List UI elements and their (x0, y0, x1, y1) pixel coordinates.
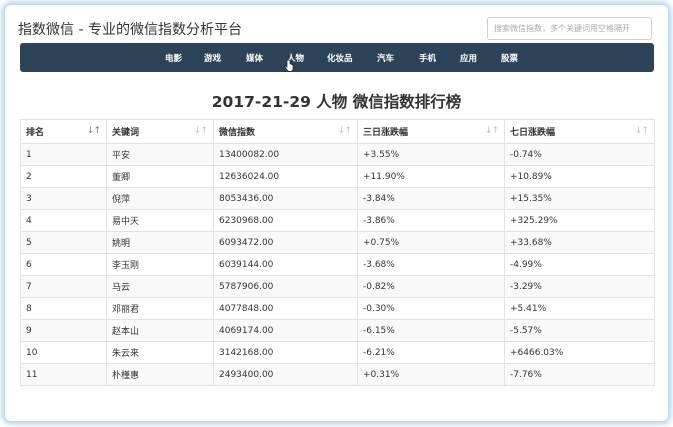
rank-cell: 3 (20, 187, 107, 210)
seven-day-change-cell: +15.35% (504, 187, 655, 210)
column-header-rank[interactable]: 排名 ↓↑ (20, 119, 107, 144)
category-navbar: 电影 游戏 媒体 人物 化妆品 汽车 手机 应用 股票 (20, 43, 654, 72)
table-row[interactable]: 4 易中天 6230968.00 -3.86% +325.29% (20, 209, 655, 232)
table-row[interactable]: 11 朴槿惠 2493400.00 +0.31% -7.76% (20, 363, 655, 386)
rank-cell: 2 (20, 165, 107, 188)
sort-icon[interactable]: ↓↑ (485, 126, 499, 136)
nav-item-cars[interactable]: 汽车 (377, 52, 394, 64)
search-input[interactable] (487, 17, 652, 40)
index-cell: 3142168.00 (213, 341, 358, 364)
index-cell: 12636024.00 (213, 165, 358, 188)
table-row[interactable]: 10 朱云来 3142168.00 -6.21% +6466.03% (20, 341, 655, 364)
rank-cell: 4 (20, 209, 107, 232)
column-header-3day-change[interactable]: 三日涨跌幅 ↓↑ (357, 119, 505, 144)
index-cell: 4077848.00 (213, 297, 358, 320)
rank-cell: 6 (20, 253, 107, 276)
table-body: 1 平安 13400082.00 +3.55% -0.74% 2 董卿 12636024.00… (20, 143, 655, 386)
three-day-change-cell: -3.84% (357, 187, 505, 210)
three-day-change-cell: +11.90% (357, 165, 505, 188)
table-row[interactable]: 8 邓丽君 4077848.00 -0.30% +5.41% (20, 297, 655, 320)
rank-cell: 11 (20, 363, 107, 386)
rank-cell: 10 (20, 341, 107, 364)
rank-cell: 8 (20, 297, 107, 320)
nav-item-phones[interactable]: 手机 (419, 52, 436, 64)
seven-day-change-cell: +33.68% (504, 231, 655, 254)
table-row[interactable]: 3 倪萍 8053436.00 -3.84% +15.35% (20, 187, 655, 210)
table-row[interactable]: 9 赵本山 4069174.00 -6.15% -5.57% (20, 319, 655, 342)
index-cell: 5787906.00 (213, 275, 358, 298)
three-day-change-cell: -6.15% (357, 319, 505, 342)
three-day-change-cell: -0.82% (357, 275, 505, 298)
index-cell: 6093472.00 (213, 231, 358, 254)
column-header-index[interactable]: 微信指数 ↓↑ (213, 119, 358, 144)
seven-day-change-cell: -0.74% (504, 143, 655, 166)
nav-item-apps[interactable]: 应用 (460, 52, 477, 64)
index-cell: 4069174.00 (213, 319, 358, 342)
keyword-cell[interactable]: 朴槿惠 (106, 363, 214, 386)
seven-day-change-cell: +10.89% (504, 165, 655, 188)
keyword-cell[interactable]: 董卿 (106, 165, 214, 188)
hand-cursor-icon (284, 60, 294, 72)
nav-item-games[interactable]: 游戏 (204, 52, 221, 64)
index-cell: 6039144.00 (213, 253, 358, 276)
keyword-cell[interactable]: 邓丽君 (106, 297, 214, 320)
seven-day-change-cell: -3.29% (504, 275, 655, 298)
seven-day-change-cell: -5.57% (504, 319, 655, 342)
rank-cell: 7 (20, 275, 107, 298)
sort-icon[interactable]: ↓↑ (338, 126, 352, 136)
nav-item-media[interactable]: 媒体 (246, 52, 263, 64)
three-day-change-cell: -6.21% (357, 341, 505, 364)
three-day-change-cell: -3.68% (357, 253, 505, 276)
keyword-cell[interactable]: 平安 (106, 143, 214, 166)
keyword-cell[interactable]: 朱云来 (106, 341, 214, 364)
keyword-cell[interactable]: 李玉刚 (106, 253, 214, 276)
table-row[interactable]: 2 董卿 12636024.00 +11.90% +10.89% (20, 165, 655, 188)
nav-item-stocks[interactable]: 股票 (501, 52, 518, 64)
three-day-change-cell: -0.30% (357, 297, 505, 320)
table-header-row: 排名 ↓↑ 关键词 ↓↑ 微信指数 ↓↑ 三日涨跌幅 ↓↑ 七日涨跌幅 ↓↑ (20, 119, 655, 144)
rank-cell: 9 (20, 319, 107, 342)
seven-day-change-cell: +325.29% (504, 209, 655, 232)
index-cell: 8053436.00 (213, 187, 358, 210)
three-day-change-cell: +0.31% (357, 363, 505, 386)
keyword-cell[interactable]: 姚明 (106, 231, 214, 254)
header: 指数微信 - 专业的微信指数分析平台 (5, 5, 668, 43)
table-row[interactable]: 6 李玉刚 6039144.00 -3.68% -4.99% (20, 253, 655, 276)
site-title[interactable]: 指数微信 - 专业的微信指数分析平台 (18, 19, 242, 39)
index-cell: 6230968.00 (213, 209, 358, 232)
column-header-7day-change[interactable]: 七日涨跌幅 ↓↑ (504, 119, 655, 144)
three-day-change-cell: +3.55% (357, 143, 505, 166)
table-row[interactable]: 7 马云 5787906.00 -0.82% -3.29% (20, 275, 655, 298)
page-title: 2017-21-29 人物 微信指数排行榜 (211, 93, 462, 111)
three-day-change-cell: -3.86% (357, 209, 505, 232)
keyword-cell[interactable]: 马云 (106, 275, 214, 298)
column-header-keyword[interactable]: 关键词 ↓↑ (106, 119, 214, 144)
nav-item-cosmetics[interactable]: 化妆品 (327, 52, 353, 64)
sort-icon[interactable]: ↓↑ (194, 126, 208, 136)
seven-day-change-cell: -7.76% (504, 363, 655, 386)
index-cell: 13400082.00 (213, 143, 358, 166)
table-row[interactable]: 5 姚明 6093472.00 +0.75% +33.68% (20, 231, 655, 254)
rank-cell: 1 (20, 143, 107, 166)
ranking-table: 排名 ↓↑ 关键词 ↓↑ 微信指数 ↓↑ 三日涨跌幅 ↓↑ 七日涨跌幅 ↓↑ 1 平安 134… (20, 119, 655, 386)
nav-item-movies[interactable]: 电影 (165, 52, 182, 64)
three-day-change-cell: +0.75% (357, 231, 505, 254)
seven-day-change-cell: +5.41% (504, 297, 655, 320)
index-cell: 2493400.00 (213, 363, 358, 386)
keyword-cell[interactable]: 赵本山 (106, 319, 214, 342)
app-frame: 指数微信 - 专业的微信指数分析平台 电影 游戏 媒体 人物 化妆品 汽车 手机… (5, 5, 668, 421)
sort-icon[interactable]: ↓↑ (87, 126, 101, 136)
seven-day-change-cell: -4.99% (504, 253, 655, 276)
seven-day-change-cell: +6466.03% (504, 341, 655, 364)
sort-icon[interactable]: ↓↑ (635, 126, 649, 136)
keyword-cell[interactable]: 倪萍 (106, 187, 214, 210)
table-row[interactable]: 1 平安 13400082.00 +3.55% -0.74% (20, 143, 655, 166)
keyword-cell[interactable]: 易中天 (106, 209, 214, 232)
rank-cell: 5 (20, 231, 107, 254)
